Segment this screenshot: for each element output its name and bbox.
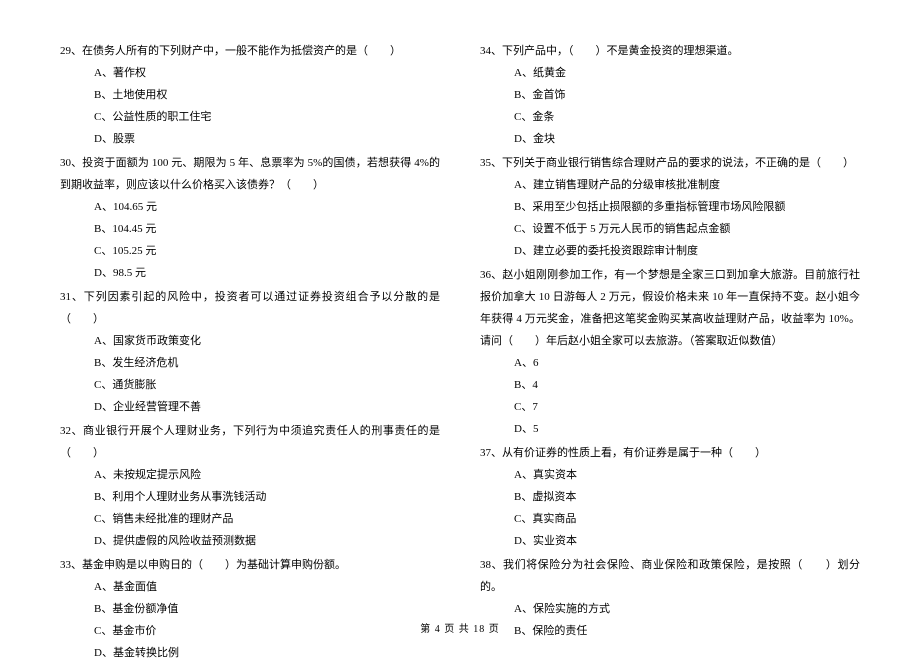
option-d: D、实业资本 bbox=[480, 530, 860, 552]
option-b: B、采用至少包括止损限额的多重指标管理市场风险限额 bbox=[480, 196, 860, 218]
option-a: A、纸黄金 bbox=[480, 62, 860, 84]
option-d: D、股票 bbox=[60, 128, 440, 150]
question-32: 32、商业银行开展个人理财业务，下列行为中须追究责任人的刑事责任的是（ ） A、… bbox=[60, 420, 440, 552]
question-text: 35、下列关于商业银行销售综合理财产品的要求的说法，不正确的是（ ） bbox=[480, 152, 860, 174]
option-b: B、4 bbox=[480, 374, 860, 396]
option-c: C、7 bbox=[480, 396, 860, 418]
right-column: 34、下列产品中，（ ）不是黄金投资的理想渠道。 A、纸黄金 B、金首饰 C、金… bbox=[480, 40, 860, 600]
question-29: 29、在债务人所有的下列财产中，一般不能作为抵偿资产的是（ ） A、著作权 B、… bbox=[60, 40, 440, 150]
question-text: 34、下列产品中，（ ）不是黄金投资的理想渠道。 bbox=[480, 40, 860, 62]
option-b: B、利用个人理财业务从事洗钱活动 bbox=[60, 486, 440, 508]
option-d: D、提供虚假的风险收益预测数据 bbox=[60, 530, 440, 552]
option-c: C、公益性质的职工住宅 bbox=[60, 106, 440, 128]
option-c: C、105.25 元 bbox=[60, 240, 440, 262]
option-c: C、销售未经批准的理财产品 bbox=[60, 508, 440, 530]
question-text: 37、从有价证券的性质上看，有价证券是属于一种（ ） bbox=[480, 442, 860, 464]
question-37: 37、从有价证券的性质上看，有价证券是属于一种（ ） A、真实资本 B、虚拟资本… bbox=[480, 442, 860, 552]
option-a: A、未按规定提示风险 bbox=[60, 464, 440, 486]
option-c: C、金条 bbox=[480, 106, 860, 128]
option-b: B、土地使用权 bbox=[60, 84, 440, 106]
page-content: 29、在债务人所有的下列财产中，一般不能作为抵偿资产的是（ ） A、著作权 B、… bbox=[60, 40, 860, 600]
question-text: 31、下列因素引起的风险中，投资者可以通过证券投资组合予以分散的是（ ） bbox=[60, 286, 440, 330]
option-c: C、通货膨胀 bbox=[60, 374, 440, 396]
option-c: C、设置不低于 5 万元人民币的销售起点金额 bbox=[480, 218, 860, 240]
question-text: 38、我们将保险分为社会保险、商业保险和政策保险，是按照（ ）划分的。 bbox=[480, 554, 860, 598]
left-column: 29、在债务人所有的下列财产中，一般不能作为抵偿资产的是（ ） A、著作权 B、… bbox=[60, 40, 440, 600]
option-b: B、104.45 元 bbox=[60, 218, 440, 240]
page-footer: 第 4 页 共 18 页 bbox=[0, 620, 920, 635]
option-a: A、建立销售理财产品的分级审核批准制度 bbox=[480, 174, 860, 196]
option-a: A、基金面值 bbox=[60, 576, 440, 598]
option-d: D、金块 bbox=[480, 128, 860, 150]
question-31: 31、下列因素引起的风险中，投资者可以通过证券投资组合予以分散的是（ ） A、国… bbox=[60, 286, 440, 418]
question-text: 29、在债务人所有的下列财产中，一般不能作为抵偿资产的是（ ） bbox=[60, 40, 440, 62]
option-b: B、发生经济危机 bbox=[60, 352, 440, 374]
option-a: A、保险实施的方式 bbox=[480, 598, 860, 620]
option-d: D、基金转换比例 bbox=[60, 642, 440, 664]
question-34: 34、下列产品中，（ ）不是黄金投资的理想渠道。 A、纸黄金 B、金首饰 C、金… bbox=[480, 40, 860, 150]
option-a: A、真实资本 bbox=[480, 464, 860, 486]
option-a: A、6 bbox=[480, 352, 860, 374]
option-b: B、金首饰 bbox=[480, 84, 860, 106]
question-33: 33、基金申购是以申购日的（ ）为基础计算申购份额。 A、基金面值 B、基金份额… bbox=[60, 554, 440, 664]
question-text: 36、赵小姐刚刚参加工作，有一个梦想是全家三口到加拿大旅游。目前旅行社报价加拿大… bbox=[480, 264, 860, 352]
question-35: 35、下列关于商业银行销售综合理财产品的要求的说法，不正确的是（ ） A、建立销… bbox=[480, 152, 860, 262]
option-b: B、基金份额净值 bbox=[60, 598, 440, 620]
question-text: 32、商业银行开展个人理财业务，下列行为中须追究责任人的刑事责任的是（ ） bbox=[60, 420, 440, 464]
option-a: A、国家货币政策变化 bbox=[60, 330, 440, 352]
question-text: 30、投资于面额为 100 元、期限为 5 年、息票率为 5%的国债，若想获得 … bbox=[60, 152, 440, 196]
option-a: A、104.65 元 bbox=[60, 196, 440, 218]
option-a: A、著作权 bbox=[60, 62, 440, 84]
question-36: 36、赵小姐刚刚参加工作，有一个梦想是全家三口到加拿大旅游。目前旅行社报价加拿大… bbox=[480, 264, 860, 440]
option-d: D、建立必要的委托投资跟踪审计制度 bbox=[480, 240, 860, 262]
question-30: 30、投资于面额为 100 元、期限为 5 年、息票率为 5%的国债，若想获得 … bbox=[60, 152, 440, 284]
option-c: C、真实商品 bbox=[480, 508, 860, 530]
question-text: 33、基金申购是以申购日的（ ）为基础计算申购份额。 bbox=[60, 554, 440, 576]
option-d: D、企业经营管理不善 bbox=[60, 396, 440, 418]
option-b: B、虚拟资本 bbox=[480, 486, 860, 508]
option-d: D、98.5 元 bbox=[60, 262, 440, 284]
option-d: D、5 bbox=[480, 418, 860, 440]
